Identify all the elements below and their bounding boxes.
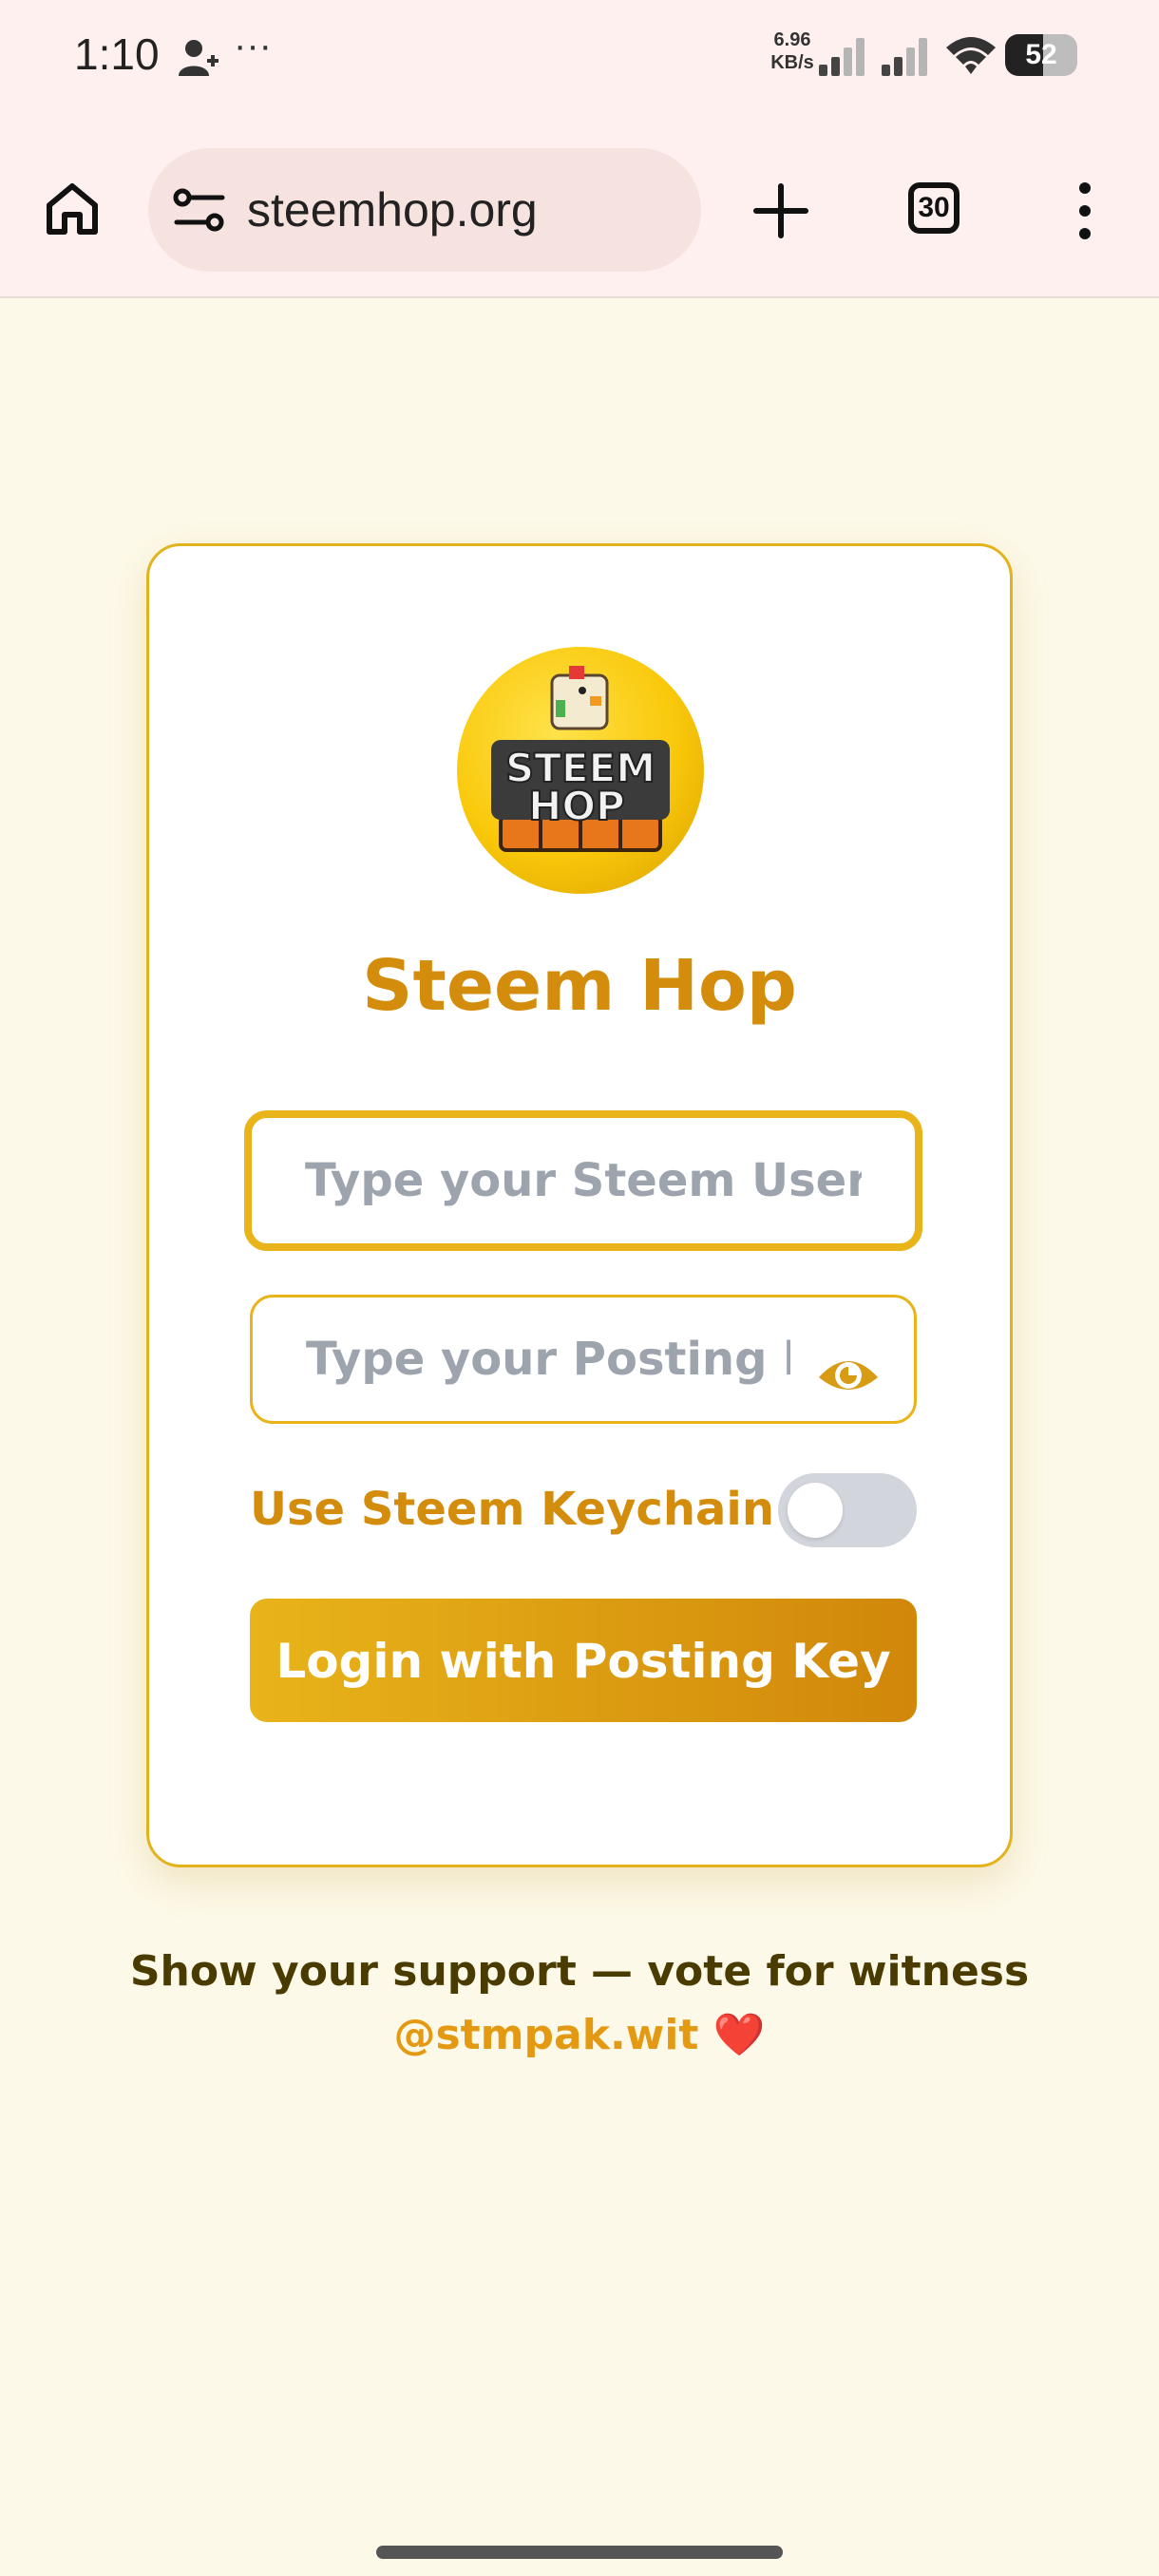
heart-icon: ❤️: [712, 2011, 766, 2059]
wifi-icon: [946, 37, 996, 74]
eye-icon[interactable]: [815, 1349, 882, 1398]
username-field[interactable]: [244, 1110, 922, 1251]
address-bar[interactable]: steemhop.org: [148, 148, 701, 272]
signal-icon: [882, 38, 927, 76]
logo-artwork: STEEM HOP: [491, 666, 670, 852]
plus-icon[interactable]: [750, 180, 811, 241]
network-speed: 6.96 KB/s: [764, 28, 821, 74]
more-vert-icon[interactable]: [1072, 180, 1098, 241]
support-text: Show your support — vote for witness: [129, 1947, 1030, 1996]
keychain-label: Use Steem Keychain: [250, 1483, 774, 1536]
status-bar: 1:10 ··· 6.96 KB/s 52: [0, 0, 1159, 114]
browser-toolbar: steemhop.org 30: [0, 114, 1159, 298]
logo-text-hop: HOP: [528, 783, 625, 829]
login-card: STEEM HOP Steem Hop Use Steem Keychain L…: [146, 543, 1013, 1867]
login-button[interactable]: Login with Posting Key: [250, 1599, 917, 1722]
url-text[interactable]: steemhop.org: [247, 182, 538, 237]
tab-count: 30: [918, 192, 950, 223]
keychain-toggle[interactable]: [778, 1473, 917, 1547]
toggle-knob[interactable]: [788, 1483, 843, 1538]
status-time: 1:10: [74, 29, 160, 79]
network-speed-unit: KB/s: [770, 52, 814, 73]
signal-icon: [819, 38, 864, 76]
home-icon[interactable]: [42, 179, 103, 239]
tabs-icon[interactable]: 30: [908, 182, 960, 234]
username-input[interactable]: [252, 1118, 915, 1243]
battery-level: 52: [1025, 39, 1057, 70]
home-indicator[interactable]: [376, 2546, 783, 2559]
witness-link[interactable]: @stmpak.wit: [393, 2011, 698, 2059]
network-speed-value: 6.96: [773, 29, 811, 50]
person-icon: [179, 40, 218, 76]
tune-icon[interactable]: [173, 188, 226, 232]
battery-icon: 52: [1005, 34, 1077, 76]
app-logo: STEEM HOP: [457, 647, 704, 894]
witness-line: @stmpak.wit ❤️: [0, 2010, 1159, 2059]
posting-key-field[interactable]: [250, 1295, 917, 1424]
app-title: Steem Hop: [362, 945, 797, 1027]
status-dots: ···: [234, 25, 272, 66]
